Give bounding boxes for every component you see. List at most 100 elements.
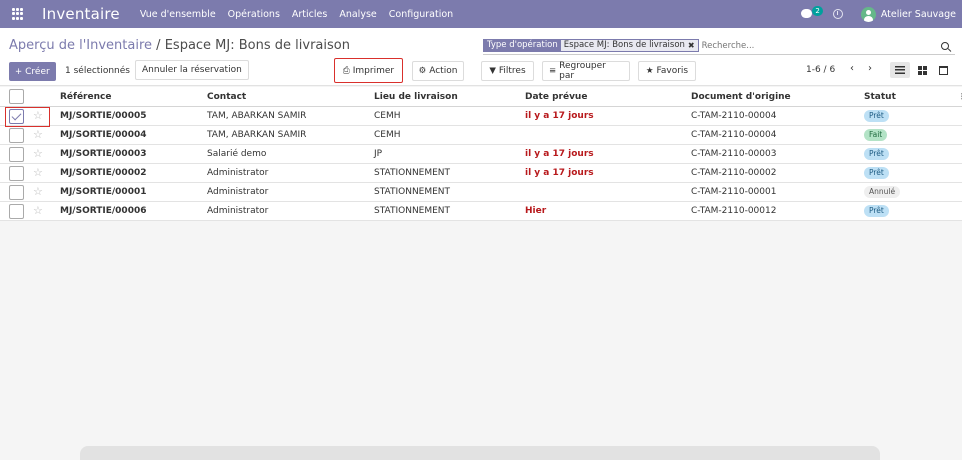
favorites-button-label: Favoris (656, 66, 689, 76)
cell-contact: Administrator (207, 168, 269, 178)
facet-value: Espace MJ: Bons de livraison ✖ (560, 40, 698, 51)
menu-overview[interactable]: Vue d'ensemble (140, 9, 216, 20)
print-icon: ⎙ (342, 65, 350, 76)
cell-reference: MJ/SORTIE/00001 (60, 187, 147, 197)
bottom-bar (80, 446, 880, 460)
header-scheduled-date[interactable]: Date prévue (525, 87, 587, 106)
priority-star-icon[interactable]: ☆ (33, 147, 43, 160)
table-row[interactable]: ☆ MJ/SORTIE/00001 Administrator STATIONN… (0, 183, 962, 202)
app-title[interactable]: Inventaire (42, 5, 120, 23)
header-location[interactable]: Lieu de livraison (374, 87, 458, 106)
table-row[interactable]: ☆ MJ/SORTIE/00006 Administrator STATIONN… (0, 202, 962, 221)
list-view-icon[interactable] (890, 62, 910, 78)
table-row[interactable]: ☆ MJ/SORTIE/00002 Administrator STATIONN… (0, 164, 962, 183)
cell-source-document: C-TAM-2110-00004 (691, 111, 777, 121)
cell-scheduled-date: il y a 17 jours (525, 168, 594, 178)
delivery-list-table: Référence Contact Lieu de livraison Date… (0, 87, 962, 221)
apps-menu-icon[interactable] (12, 8, 24, 20)
priority-star-icon[interactable]: ☆ (33, 185, 43, 198)
calendar-view-icon[interactable] (933, 62, 953, 78)
table-row[interactable]: ☆ MJ/SORTIE/00005 TAM, ABARKAN SAMIR CEM… (0, 107, 962, 126)
status-badge: Annulé (864, 186, 901, 198)
group-by-button[interactable]: ≡ Regrouper par (542, 61, 630, 81)
messaging-icon[interactable]: 2 (800, 5, 823, 20)
favorites-button[interactable]: ★ Favoris (638, 61, 696, 81)
search-facet: Type d'opération Espace MJ: Bons de livr… (483, 39, 699, 52)
status-badge: Fait (864, 129, 888, 141)
pager-previous-icon[interactable]: ‹ (845, 62, 859, 76)
row-checkbox[interactable] (9, 185, 24, 200)
cell-status: Prêt (864, 164, 889, 182)
facet-remove-icon[interactable]: ✖ (688, 40, 695, 51)
optional-columns-icon[interactable]: ⋮ (958, 92, 962, 101)
facet-key: Type d'opération (484, 40, 561, 51)
cell-contact: Administrator (207, 187, 269, 197)
cell-scheduled-date: Hier (525, 206, 547, 216)
menu-configuration[interactable]: Configuration (389, 9, 453, 20)
priority-star-icon[interactable]: ☆ (33, 204, 43, 217)
priority-star-icon[interactable]: ☆ (33, 166, 43, 179)
activity-clock-icon[interactable] (832, 9, 843, 19)
breadcrumb-current: Espace MJ: Bons de livraison (164, 38, 350, 53)
messaging-count-badge: 2 (812, 5, 823, 16)
cell-location: CEMH (374, 111, 401, 121)
row-checkbox[interactable] (9, 166, 24, 181)
cell-status: Prêt (864, 202, 889, 220)
cancel-reservation-button[interactable]: Annuler la réservation (135, 60, 249, 80)
cell-source-document: C-TAM-2110-00012 (691, 206, 777, 216)
cell-location: CEMH (374, 130, 401, 140)
menu-operations[interactable]: Opérations (228, 9, 280, 20)
action-button[interactable]: ⚙ Action (412, 61, 464, 81)
print-button[interactable]: ⎙ Imprimer (334, 58, 403, 83)
priority-star-icon[interactable]: ☆ (33, 128, 43, 141)
breadcrumb-parent-link[interactable]: Aperçu de l'Inventaire (9, 38, 152, 53)
header-status[interactable]: Statut (864, 87, 896, 106)
pager-next-icon[interactable]: › (863, 62, 877, 76)
cell-reference: MJ/SORTIE/00006 (60, 206, 147, 216)
select-all-checkbox[interactable] (9, 89, 24, 104)
selected-count: 1 sélectionnés (65, 66, 130, 76)
menu-analysis[interactable]: Analyse (339, 9, 376, 20)
company-name[interactable]: Atelier Sauvage (881, 9, 956, 20)
status-badge: Prêt (864, 148, 889, 160)
search-input[interactable] (701, 40, 941, 51)
create-button[interactable]: + Créer (9, 62, 56, 81)
row-checkbox[interactable] (9, 204, 24, 219)
cell-status: Annulé (864, 183, 901, 201)
filters-button[interactable]: ▼ Filtres (481, 61, 534, 81)
cell-reference: MJ/SORTIE/00005 (60, 111, 147, 121)
cell-contact: TAM, ABARKAN SAMIR (207, 130, 307, 140)
cell-contact: Administrator (207, 206, 269, 216)
cell-status: Prêt (864, 107, 889, 125)
row-checkbox[interactable] (9, 147, 24, 162)
header-reference[interactable]: Référence (60, 87, 111, 106)
top-navbar: Inventaire Vue d'ensemble Opérations Art… (0, 0, 962, 28)
action-button-label: Action (429, 66, 458, 76)
search-icon[interactable] (941, 41, 949, 50)
cell-status: Prêt (864, 145, 889, 163)
table-header: Référence Contact Lieu de livraison Date… (0, 87, 962, 107)
table-row[interactable]: ☆ MJ/SORTIE/00003 Salarié demo JP il y a… (0, 145, 962, 164)
pager-value[interactable]: 1-6 / 6 (806, 65, 835, 75)
facet-value-text: Espace MJ: Bons de livraison (563, 40, 685, 50)
plus-icon: + (15, 66, 23, 77)
filter-icon: ▼ (489, 66, 496, 76)
search-bar: Type d'opération Espace MJ: Bons de livr… (483, 37, 955, 55)
star-icon: ★ (645, 66, 654, 76)
header-source-document[interactable]: Document d'origine (691, 87, 791, 106)
create-button-label: Créer (25, 66, 50, 77)
selection-highlight (5, 107, 50, 127)
table-row[interactable]: ☆ MJ/SORTIE/00004 TAM, ABARKAN SAMIR CEM… (0, 126, 962, 145)
menu-articles[interactable]: Articles (292, 9, 327, 20)
cell-location: STATIONNEMENT (374, 206, 451, 216)
avatar[interactable] (860, 6, 876, 22)
cell-source-document: C-TAM-2110-00003 (691, 149, 777, 159)
row-checkbox[interactable] (9, 128, 24, 143)
filters-button-label: Filtres (498, 66, 526, 76)
header-contact[interactable]: Contact (207, 87, 246, 106)
cell-source-document: C-TAM-2110-00001 (691, 187, 777, 197)
cell-source-document: C-TAM-2110-00004 (691, 130, 777, 140)
cell-reference: MJ/SORTIE/00003 (60, 149, 147, 159)
kanban-view-icon[interactable] (912, 62, 932, 78)
breadcrumb: Aperçu de l'Inventaire / Espace MJ: Bons… (9, 38, 350, 53)
